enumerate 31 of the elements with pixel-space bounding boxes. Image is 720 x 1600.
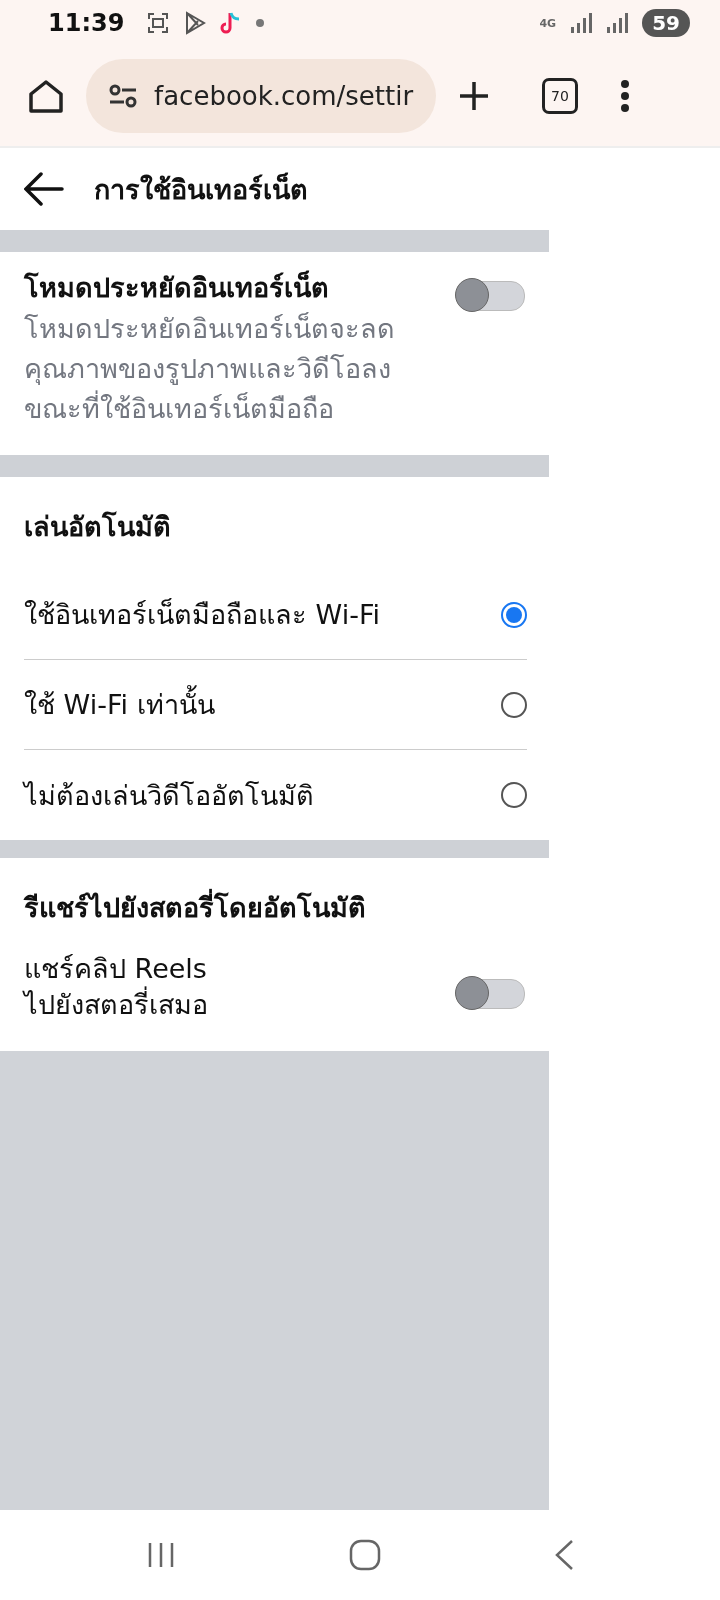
setting-description: โหมดประหยัดอินเทอร์เน็ตจะลดคุณภาพของรูปภาพและวิดีโอลงขณะที่ใช้อินเทอร์เน็ตมือถือ: [24, 311, 396, 426]
plus-icon[interactable]: [458, 80, 490, 112]
back-icon[interactable]: [553, 1539, 574, 1571]
radio-option[interactable]: ใช้อินเทอร์เน็ตมือถือและ Wi-Fi: [24, 570, 527, 660]
tab-count-button[interactable]: 70: [542, 78, 578, 114]
toggle-switch[interactable]: [455, 278, 525, 312]
address-bar[interactable]: facebook.com/settir: [86, 59, 436, 133]
signal-icon: [570, 13, 593, 33]
section-heading: รีแชร์ไปยังสตอรี่โดยอัตโนมัติ: [0, 858, 549, 951]
home-icon[interactable]: [28, 79, 64, 113]
page-title: การใช้อินเทอร์เน็ต: [94, 171, 308, 207]
setting-label: แชร์คลิป Reels ไปยังสตอรี่เสมอ: [24, 952, 208, 1022]
site-settings-icon[interactable]: [108, 84, 138, 108]
battery-level: 59: [642, 9, 690, 37]
signal-icon: [606, 13, 629, 33]
dot-icon: [256, 19, 265, 27]
status-time: 11:39: [48, 9, 125, 37]
setting-title: โหมดประหยัดอินเทอร์เน็ต: [24, 269, 330, 305]
radio-button[interactable]: [501, 601, 527, 628]
more-icon[interactable]: [620, 80, 630, 112]
network-type: 4G: [539, 16, 557, 30]
radio-button[interactable]: [501, 782, 527, 808]
home-button-icon[interactable]: [349, 1539, 381, 1571]
toggle-switch[interactable]: [455, 976, 525, 1010]
screenshot-icon: [146, 11, 171, 35]
back-arrow-icon[interactable]: [24, 172, 64, 206]
play-store-icon: [184, 11, 207, 35]
section-heading: เล่นอัตโนมัติ: [23, 510, 172, 544]
radio-option[interactable]: ใช้ Wi-Fi เท่านั้น: [24, 660, 527, 750]
radio-button[interactable]: [501, 691, 527, 718]
radio-option[interactable]: ไม่ต้องเล่นวิดีโออัตโนมัติ: [24, 750, 527, 840]
